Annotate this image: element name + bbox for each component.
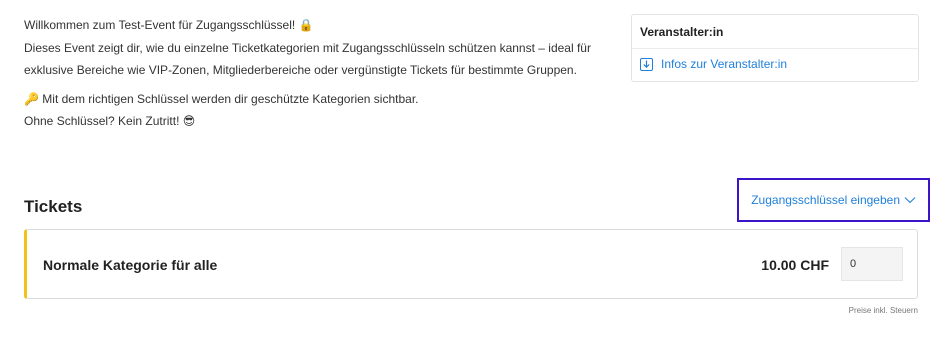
key-emoji-icon: 🔑 bbox=[24, 91, 39, 106]
ticket-category-price: 10.00 CHF bbox=[761, 257, 829, 273]
organizer-divider bbox=[632, 48, 918, 49]
event-page: Willkommen zum Test-Event für Zugangssch… bbox=[0, 0, 944, 340]
access-key-label: Zugangsschlüssel eingeben bbox=[751, 193, 900, 207]
description-line-4: 🔑 Mit dem richtigen Schlüssel werden dir… bbox=[24, 88, 604, 111]
organizer-link-label: Infos zur Veranstalter:in bbox=[661, 57, 788, 71]
access-key-button[interactable]: Zugangsschlüssel eingeben bbox=[737, 178, 930, 222]
description-line-1: Willkommen zum Test-Event für Zugangssch… bbox=[24, 14, 604, 37]
ticket-category-card: Normale Kategorie für alle 10.00 CHF bbox=[24, 229, 918, 299]
download-icon bbox=[640, 57, 653, 71]
ticket-quantity-input[interactable] bbox=[841, 247, 903, 281]
sunglasses-emoji-icon: 😎 bbox=[182, 114, 196, 128]
organizer-panel: Veranstalter:in Infos zur Veranstalter:i… bbox=[631, 14, 919, 82]
organizer-info-link[interactable]: Infos zur Veranstalter:in bbox=[640, 57, 787, 71]
ticket-category-name: Normale Kategorie für alle bbox=[43, 257, 218, 273]
event-description: Willkommen zum Test-Event für Zugangssch… bbox=[24, 14, 604, 133]
welcome-text: Willkommen zum Test-Event für Zugangssch… bbox=[24, 18, 296, 32]
description-line-3: exklusive Bereiche wie VIP-Zonen, Mitgli… bbox=[24, 63, 577, 77]
description-line-2: Dieses Event zeigt dir, wie du einzelne … bbox=[24, 40, 591, 55]
tax-note: Preise inkl. Steuern bbox=[848, 306, 918, 315]
description-line-5: Ohne Schlüssel? Kein Zutritt! 😎 bbox=[24, 110, 604, 133]
chevron-down-icon bbox=[904, 197, 916, 204]
key-hint-text: Mit dem richtigen Schlüssel werden dir g… bbox=[42, 91, 419, 106]
no-key-text: Ohne Schlüssel? Kein Zutritt! bbox=[24, 114, 180, 128]
organizer-title: Veranstalter:in bbox=[640, 25, 724, 39]
lock-emoji-icon: 🔒 bbox=[298, 18, 314, 32]
tickets-heading: Tickets bbox=[24, 197, 83, 216]
